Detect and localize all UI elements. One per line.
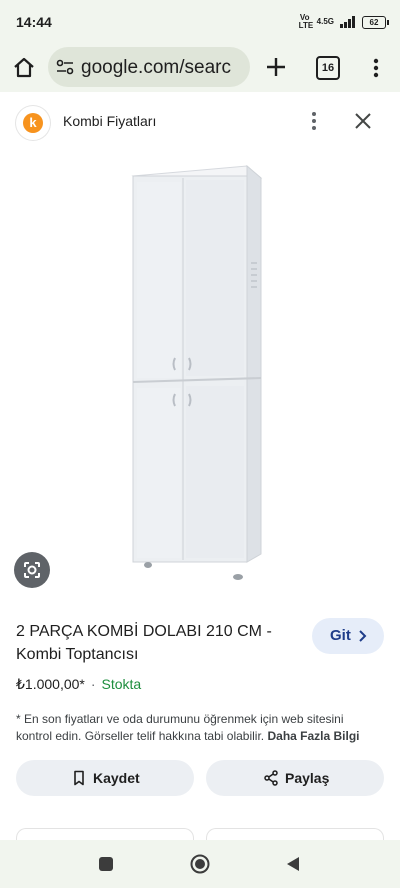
share-icon <box>264 770 278 786</box>
url-text: google.com/searc <box>81 57 231 78</box>
chevron-right-icon <box>359 630 367 642</box>
source-name[interactable]: Kombi Fiyatları <box>63 113 156 129</box>
close-icon[interactable] <box>352 110 374 132</box>
new-tab-icon[interactable] <box>263 54 289 80</box>
battery-icon: 62 <box>362 15 389 29</box>
more-info-link[interactable]: Daha Fazla Bilgi <box>267 729 359 743</box>
stock-status: Stokta <box>101 676 142 692</box>
more-vert-icon[interactable] <box>366 56 386 80</box>
status-time: 14:44 <box>16 14 52 30</box>
share-button-label: Paylaş <box>285 770 330 786</box>
site-settings-icon[interactable] <box>56 59 74 75</box>
status-icons: Vo LTE 4.5G 62 <box>298 13 389 30</box>
network-label: 4.5G <box>316 17 334 26</box>
source-logo-letter: k <box>23 113 43 133</box>
system-nav-bar <box>0 840 400 888</box>
separator-dot: · <box>90 676 96 692</box>
source-options-icon[interactable] <box>306 109 322 133</box>
save-button-label: Kaydet <box>93 770 140 786</box>
tab-switcher-button[interactable]: 16 <box>316 56 340 80</box>
source-header: k Kombi Fiyatları <box>0 92 400 152</box>
home-nav-icon[interactable] <box>190 854 210 874</box>
share-button[interactable]: Paylaş <box>206 760 384 796</box>
home-icon[interactable] <box>12 56 36 80</box>
product-image[interactable] <box>0 152 400 596</box>
visit-button[interactable]: Git <box>312 618 384 654</box>
status-bar: 14:44 Vo LTE 4.5G 62 <box>0 0 400 44</box>
price: ₺1.000,00* <box>16 676 85 692</box>
price-row: ₺1.000,00* · Stokta <box>16 676 141 693</box>
lens-icon <box>24 562 40 578</box>
volte-label: Vo LTE <box>298 13 314 30</box>
back-icon[interactable] <box>284 855 302 873</box>
bookmark-icon <box>74 770 84 786</box>
signal-icon <box>340 16 355 28</box>
browser-toolbar: google.com/searc 16 <box>0 44 400 92</box>
recents-icon[interactable] <box>97 855 115 873</box>
disclaimer: * En son fiyatları ve oda durumunu öğren… <box>16 711 376 745</box>
url-bar[interactable]: google.com/searc <box>48 47 250 87</box>
visit-button-label: Git <box>330 627 351 644</box>
save-button[interactable]: Kaydet <box>16 760 194 796</box>
lens-search-button[interactable] <box>14 552 50 588</box>
cabinet-image <box>131 164 263 580</box>
result-title[interactable]: 2 PARÇA KOMBİ DOLABI 210 CM - Kombi Topt… <box>16 620 298 666</box>
source-logo: k <box>16 106 50 140</box>
